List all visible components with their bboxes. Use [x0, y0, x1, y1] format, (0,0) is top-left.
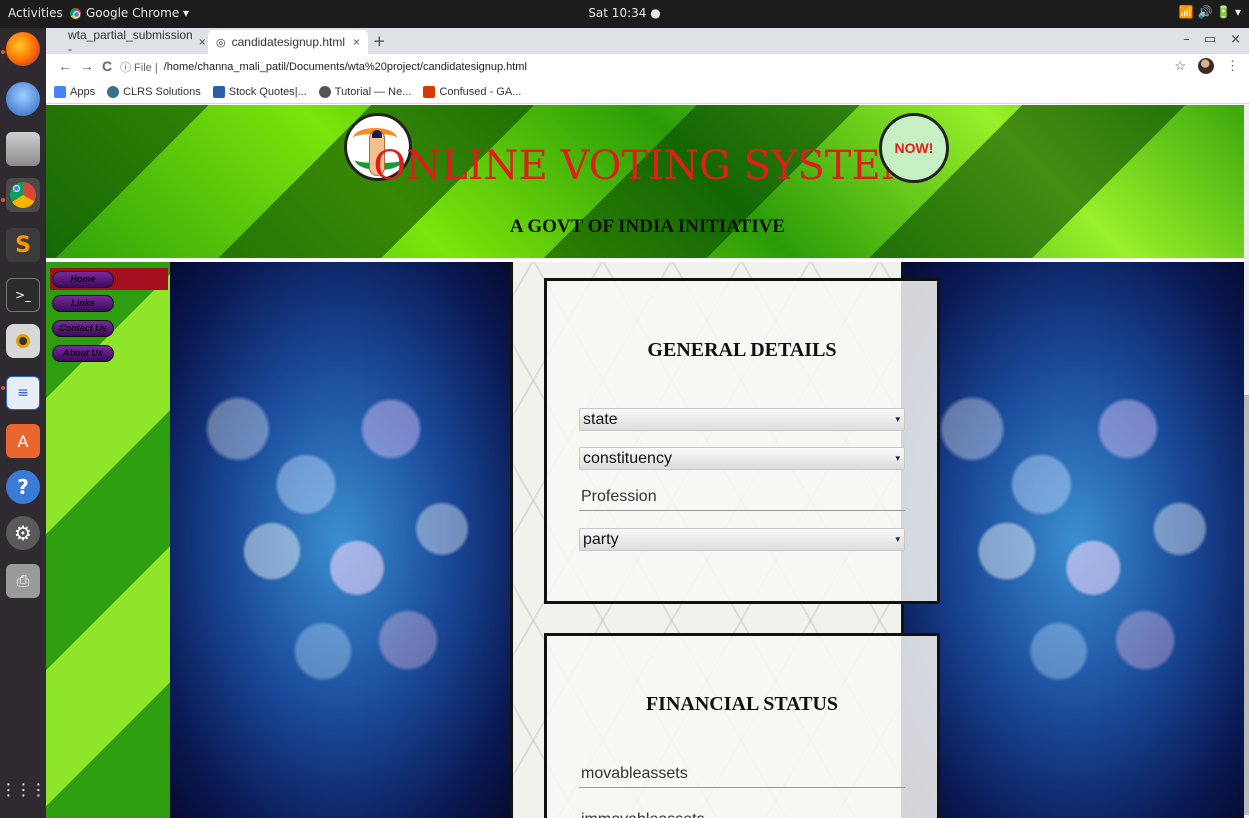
general-details-panel: GENERAL DETAILS state ▾ constituency ▾ P… — [544, 278, 940, 604]
settings-icon[interactable]: ⚙ — [6, 516, 40, 550]
globe-icon — [318, 85, 331, 98]
bookmark-confused[interactable]: Confused - GA... — [423, 85, 522, 98]
bookmarks-bar: Apps CLRS Solutions Stock Quotes|... Tut… — [46, 80, 1249, 104]
clock[interactable]: Sat 10:34 ● — [0, 6, 1249, 20]
chrome-icon[interactable] — [6, 178, 40, 212]
bookmark-label: Stock Quotes|... — [228, 85, 307, 98]
clrs-icon — [107, 85, 120, 98]
general-details-heading: GENERAL DETAILS — [647, 339, 837, 361]
dropdown-caret-icon: ▾ — [895, 453, 900, 463]
writer-icon[interactable]: ≡ — [6, 376, 40, 410]
bookmark-star-icon[interactable]: ☆ — [1174, 58, 1186, 74]
browser-window: wta_partial_submission - × ◎ candidatesi… — [46, 28, 1249, 818]
running-indicator — [1, 386, 5, 390]
help-icon[interactable]: ? — [6, 470, 40, 504]
tab-label: candidatesignup.html — [231, 35, 346, 49]
maximize-button[interactable]: ▭ — [1204, 32, 1216, 47]
immovable-assets-field[interactable]: immovableassets — [579, 808, 905, 818]
back-button[interactable]: ← — [58, 58, 72, 74]
menu-home[interactable]: Home — [52, 271, 114, 288]
chrome-menu-icon[interactable]: ⋮ — [1226, 58, 1239, 74]
bookmark-apps[interactable]: Apps — [54, 85, 96, 98]
profile-avatar[interactable] — [1198, 58, 1214, 74]
camera-icon[interactable] — [6, 324, 40, 358]
apps-grid-icon — [54, 85, 66, 98]
firefox-icon[interactable] — [6, 32, 40, 66]
logo-ink-mark — [372, 130, 382, 138]
chrome-logo-icon — [10, 182, 36, 208]
party-select[interactable]: party ▾ — [579, 528, 905, 551]
bookmark-label: CLRS Solutions — [123, 85, 201, 98]
thunderbird-icon[interactable] — [6, 82, 40, 116]
url-bar[interactable]: ⓘ File | /home/channa_mali_patil/Documen… — [120, 57, 1120, 77]
new-tab-button[interactable]: + — [373, 32, 386, 50]
profession-field[interactable]: Profession — [579, 485, 905, 511]
reload-button[interactable]: C — [102, 58, 112, 74]
bookmark-clrs[interactable]: CLRS Solutions — [107, 85, 201, 98]
page-viewport: ONLINE VOTING SYSTEM NOW! A GOVT OF INDI… — [46, 105, 1249, 818]
sidebar-menu: Home Links Contact Us About Us — [46, 262, 170, 818]
files-icon[interactable] — [6, 132, 40, 166]
confused-icon — [423, 85, 436, 98]
globe-icon: ◎ — [216, 36, 226, 49]
bookmark-stock-quotes[interactable]: Stock Quotes|... — [212, 85, 307, 98]
financial-status-heading: FINANCIAL STATUS — [645, 693, 839, 715]
content-divider-left — [510, 262, 513, 818]
system-top-bar: Activities Google Chrome ▾ Sat 10:34 ● 📶… — [0, 0, 1249, 28]
page-scrollbar[interactable] — [1244, 105, 1249, 818]
bookmark-tutorial[interactable]: Tutorial — Ne... — [318, 85, 412, 98]
site-title: ONLINE VOTING SYSTEM — [373, 143, 922, 189]
toolbar-right: ☆ ⋮ — [1174, 58, 1239, 74]
running-indicator — [1, 50, 5, 54]
terminal-icon[interactable]: >_ — [6, 278, 40, 312]
site-info-icon[interactable]: ⓘ File | — [120, 59, 158, 75]
address-toolbar: ← → C ⓘ File | /home/channa_mali_patil/D… — [46, 54, 1249, 80]
dock: S >_ ≡ A ? ⚙ ⎙ ⋮⋮⋮ — [0, 28, 47, 818]
dropdown-caret-icon: ▾ — [895, 414, 900, 424]
tab-close-icon[interactable]: × — [353, 35, 360, 49]
constituency-select[interactable]: constituency ▾ — [579, 447, 905, 470]
url-text[interactable]: /home/channa_mali_patil/Documents/wta%20… — [164, 61, 527, 73]
tab-label: wta_partial_submission - — [68, 28, 193, 56]
bokeh-background-right — [903, 262, 1249, 818]
menu-links[interactable]: Links — [52, 295, 114, 312]
state-select-value: state — [583, 411, 618, 428]
bookmark-label: Tutorial — Ne... — [334, 85, 412, 98]
system-status-icons[interactable]: 📶 🔊 🔋 ▾ — [1179, 5, 1241, 19]
constituency-select-value: constituency — [583, 450, 672, 467]
show-apps-icon[interactable]: ⋮⋮⋮ — [1, 772, 47, 806]
tab-strip: wta_partial_submission - × ◎ candidatesi… — [46, 28, 1249, 56]
tab-candidatesignup[interactable]: ◎ candidatesignup.html × — [208, 30, 368, 54]
minimize-button[interactable]: – — [1183, 32, 1190, 47]
sublime-icon[interactable]: S — [6, 228, 40, 262]
now-badge: NOW! — [879, 113, 949, 183]
scrollbar-thumb[interactable] — [1244, 395, 1249, 815]
software-icon[interactable]: A — [6, 424, 40, 458]
bokeh-background-left — [170, 262, 510, 818]
menu-contact-us[interactable]: Contact Us — [52, 320, 114, 337]
site-banner: ONLINE VOTING SYSTEM NOW! A GOVT OF INDI… — [46, 105, 1249, 258]
tab-close-icon[interactable]: × — [199, 35, 206, 49]
party-select-value: party — [583, 531, 619, 548]
close-window-button[interactable]: × — [1230, 32, 1241, 47]
running-indicator — [1, 198, 5, 202]
movable-assets-field[interactable]: movableassets — [579, 762, 905, 788]
site-subtitle: A GOVT OF INDIA INITIATIVE — [509, 216, 786, 237]
financial-status-panel: FINANCIAL STATUS movableassets immovable… — [544, 633, 940, 818]
forward-button[interactable]: → — [80, 58, 94, 74]
tab-wta-partial[interactable]: wta_partial_submission - × — [54, 28, 206, 56]
printer-icon[interactable]: ⎙ — [6, 564, 40, 598]
menu-about-us[interactable]: About Us — [52, 345, 114, 362]
dropdown-caret-icon: ▾ — [895, 534, 900, 544]
stock-icon — [212, 85, 225, 98]
bookmark-label: Apps — [70, 85, 96, 98]
bookmark-label: Confused - GA... — [439, 85, 522, 98]
state-select[interactable]: state ▾ — [579, 408, 905, 431]
window-controls: – ▭ × — [1183, 32, 1241, 47]
lens-icon — [16, 334, 30, 348]
